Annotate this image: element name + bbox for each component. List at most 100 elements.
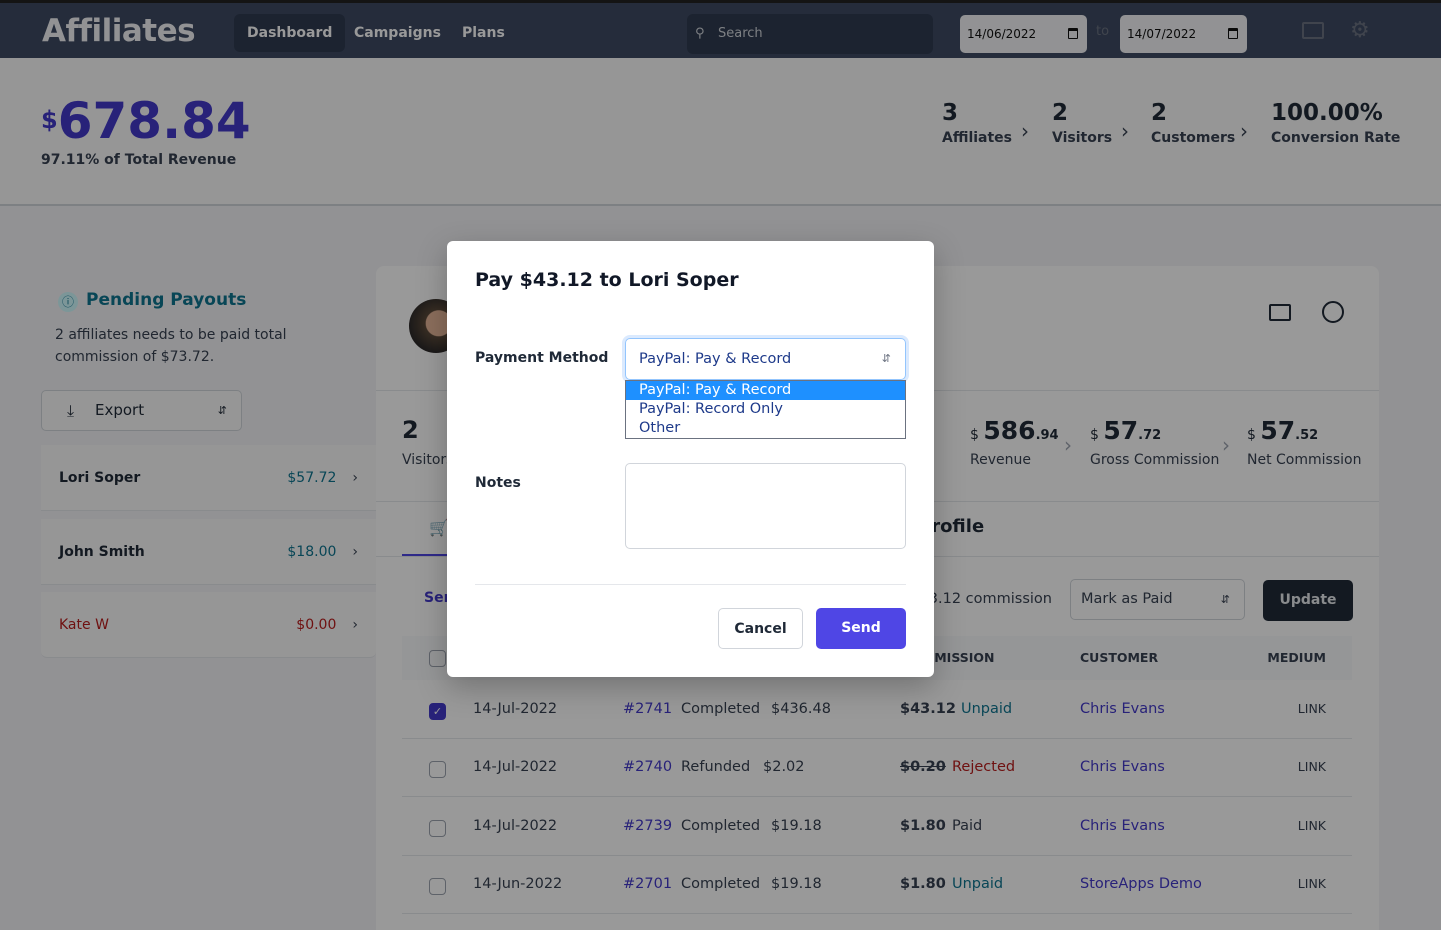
calendar-icon (1228, 28, 1238, 39)
gross-commission-value: $ 57.72 (1090, 416, 1161, 445)
currency-symbol: $ (41, 106, 58, 134)
stat-value: 100.00% (1271, 100, 1383, 126)
gear-icon[interactable]: ⚙ (1350, 20, 1370, 42)
download-icon: ⤓ (67, 401, 75, 420)
medium: LINK (1297, 875, 1326, 891)
row-date: 14-Jul-2022 (473, 817, 558, 834)
order-link[interactable]: #2740 (623, 759, 672, 775)
option-paypal-record-only[interactable]: PayPal: Record Only (626, 400, 905, 419)
gross-commission-label: Gross Commission (1090, 452, 1220, 468)
chevron-right-icon: › (1222, 433, 1230, 457)
order-amount: $436.48 (771, 701, 831, 717)
cancel-button[interactable]: Cancel (718, 608, 803, 649)
order-link[interactable]: #2741 (623, 701, 672, 717)
dec: .72 (1138, 428, 1162, 443)
stat-label: Affiliates (942, 130, 1013, 146)
stat-value: 2 (1052, 100, 1069, 126)
date-from-input[interactable]: 14/06/2022 (960, 15, 1087, 53)
stat-label: Customers (1151, 130, 1236, 146)
stat-affiliates[interactable]: 3 Affiliates (942, 100, 1012, 146)
row-date: 14-Jun-2022 (473, 875, 563, 892)
pending-description: 2 affiliates needs to be paid total comm… (55, 327, 287, 365)
order-amount: $19.18 (771, 817, 822, 834)
row-checkbox[interactable]: ✓ (429, 703, 446, 720)
stat-conversion[interactable]: 100.00% Conversion Rate (1271, 100, 1400, 146)
row-date: 14-Jul-2022 (473, 701, 558, 717)
payout-item[interactable]: John Smith $18.00 › (41, 519, 376, 585)
date-to-input[interactable]: 14/07/2022 (1120, 15, 1247, 53)
option-paypal-pay-record[interactable]: PayPal: Pay & Record (626, 381, 905, 400)
total-value: 678.84 (57, 92, 251, 150)
option-other[interactable]: Other (626, 419, 905, 438)
date-separator: to (1096, 24, 1110, 39)
nav-dashboard[interactable]: Dashboard (234, 14, 346, 52)
nav-campaigns[interactable]: Campaigns (341, 14, 454, 52)
revenue-value: $ 586.94 (970, 416, 1059, 445)
search-input[interactable]: ⚲ Search (687, 14, 933, 54)
payout-item[interactable]: Kate W $0.00 › (41, 592, 376, 658)
chevron-right-icon: › (352, 616, 358, 633)
total-subtitle: 97.11% of Total Revenue (41, 152, 237, 168)
pay-dialog: Pay $43.12 to Lori Soper Payment Method … (447, 241, 934, 677)
commission-amount: $0.20 (900, 759, 946, 776)
int: 586 (983, 416, 1036, 445)
search-placeholder: Search (718, 26, 763, 41)
row-checkbox[interactable] (429, 877, 446, 895)
summary-band: $678.84 97.11% of Total Revenue 3 Affilia… (0, 58, 1441, 206)
notes-textarea[interactable] (625, 463, 906, 549)
payout-item[interactable]: Lori Soper $57.72 › (41, 445, 376, 511)
book-icon[interactable] (1302, 22, 1324, 39)
updown-icon: ⇵ (881, 352, 891, 365)
customer-link[interactable]: Chris Evans (1080, 759, 1165, 775)
updown-icon: ⇵ (1220, 593, 1230, 606)
medium: LINK (1297, 701, 1326, 716)
dec: .94 (1035, 428, 1059, 443)
payment-method-label: Payment Method (475, 350, 609, 366)
affiliate-name: Kate W (59, 616, 109, 633)
row-checkbox[interactable] (429, 819, 446, 837)
order-link[interactable]: #2739 (623, 818, 672, 834)
chevron-right-icon: › (1021, 119, 1029, 143)
cur: $ (1247, 427, 1256, 443)
divider (475, 584, 906, 585)
order-link[interactable]: #2701 (623, 876, 672, 892)
visitors-label: Visitors (402, 452, 454, 468)
date-to-value: 14/07/2022 (1127, 27, 1197, 41)
table-row: 14-Jul-2022 #2740 Refunded $2.02 $0.20 R… (402, 739, 1352, 798)
payout-amount: $18.00 (287, 543, 337, 560)
mail-icon[interactable] (1269, 304, 1291, 321)
chevron-right-icon: › (352, 543, 358, 560)
payment-method-select[interactable]: PayPal: Pay & Record ⇵ (625, 338, 906, 380)
update-button[interactable]: Update (1263, 580, 1353, 621)
customer-link[interactable]: Chris Evans (1080, 701, 1165, 717)
row-checkbox[interactable] (429, 761, 446, 779)
col-customer: CUSTOMER (1080, 650, 1159, 665)
export-select[interactable]: ⤓ Export ⇵ (41, 390, 242, 431)
stat-value: 3 (942, 100, 959, 126)
customer-link[interactable]: StoreApps Demo (1080, 876, 1202, 892)
updown-icon: ⇵ (217, 404, 227, 417)
stat-customers[interactable]: 2 Customers (1151, 100, 1235, 146)
user-circle-icon[interactable] (1322, 301, 1344, 323)
order-status: Completed (681, 875, 761, 892)
send-button[interactable]: Send (816, 608, 906, 649)
order-amount: $2.02 (763, 759, 805, 776)
payment-method-value: PayPal: Pay & Record (639, 351, 792, 367)
cart-icon[interactable]: 🛒 (429, 518, 449, 537)
commission-amount: $1.80 (900, 875, 946, 892)
order-amount: $19.18 (771, 875, 822, 892)
order-status: Completed (681, 817, 761, 834)
calendar-icon (1068, 28, 1078, 39)
dec: .52 (1295, 428, 1319, 443)
revenue-label: Revenue (970, 452, 1031, 468)
commission-status: Paid (952, 817, 983, 834)
stat-value: 2 (1151, 100, 1168, 126)
affiliate-name: John Smith (59, 543, 145, 560)
customer-link[interactable]: Chris Evans (1080, 818, 1165, 834)
notes-label: Notes (475, 475, 521, 491)
nav-plans[interactable]: Plans (449, 14, 518, 52)
order-status: Completed (681, 701, 761, 717)
bulk-action-select[interactable]: Mark as Paid ⇵ (1070, 579, 1245, 620)
select-all-checkbox[interactable] (429, 650, 446, 667)
stat-visitors[interactable]: 2 Visitors (1052, 100, 1112, 146)
